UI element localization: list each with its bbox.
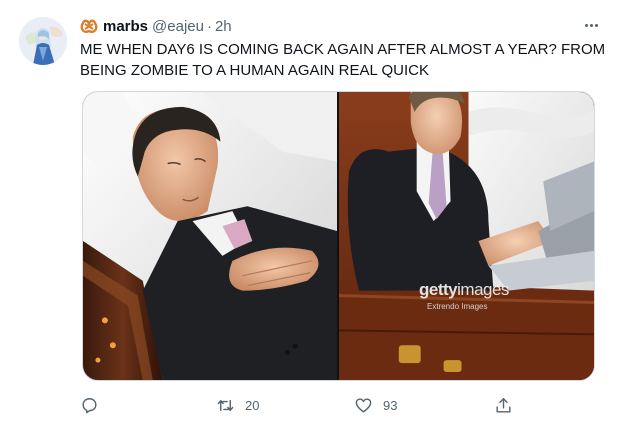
tweet-actions: 20 93 [80,393,600,417]
timestamp[interactable]: 2h [215,18,232,35]
avatar[interactable] [19,17,67,65]
share-button[interactable] [494,393,513,417]
watermark-caption: Extrendo Images [427,302,488,311]
more-options-button[interactable] [580,16,602,34]
tweet-text: ME WHEN DAY6 IS COMING BACK AGAIN AFTER … [80,41,606,79]
pretzel-icon [80,18,98,34]
tweet-header: marbs @eajeu · 2h [80,16,232,36]
media-grid[interactable]: gettyimages Extrendo Images [82,91,595,381]
reply-button[interactable] [80,393,99,417]
retweet-button[interactable]: 20 [216,393,259,417]
retweet-count: 20 [245,397,260,413]
avatar-illustration [19,17,67,65]
coffin-lying-image [83,92,337,380]
more-dot-icon [589,23,593,27]
coffin-laptop-image [339,92,594,380]
photo-left[interactable] [83,92,337,380]
more-dot-icon [594,23,598,27]
more-dot-icon [584,23,588,27]
user-handle[interactable]: @eajeu [152,18,204,35]
reply-icon [82,397,97,413]
heart-icon [355,397,372,413]
retweet-icon [217,399,234,411]
like-count: 93 [383,397,398,413]
display-name[interactable]: marbs [103,18,148,35]
photo-right[interactable]: gettyimages Extrendo Images [339,92,594,380]
share-icon [496,397,511,413]
tweet-card[interactable]: marbs @eajeu · 2h ME WHEN DAY6 IS COMING… [0,0,640,428]
meta-separator: · [206,17,212,35]
like-button[interactable]: 93 [354,393,397,417]
watermark-logo: gettyimages [419,280,509,299]
